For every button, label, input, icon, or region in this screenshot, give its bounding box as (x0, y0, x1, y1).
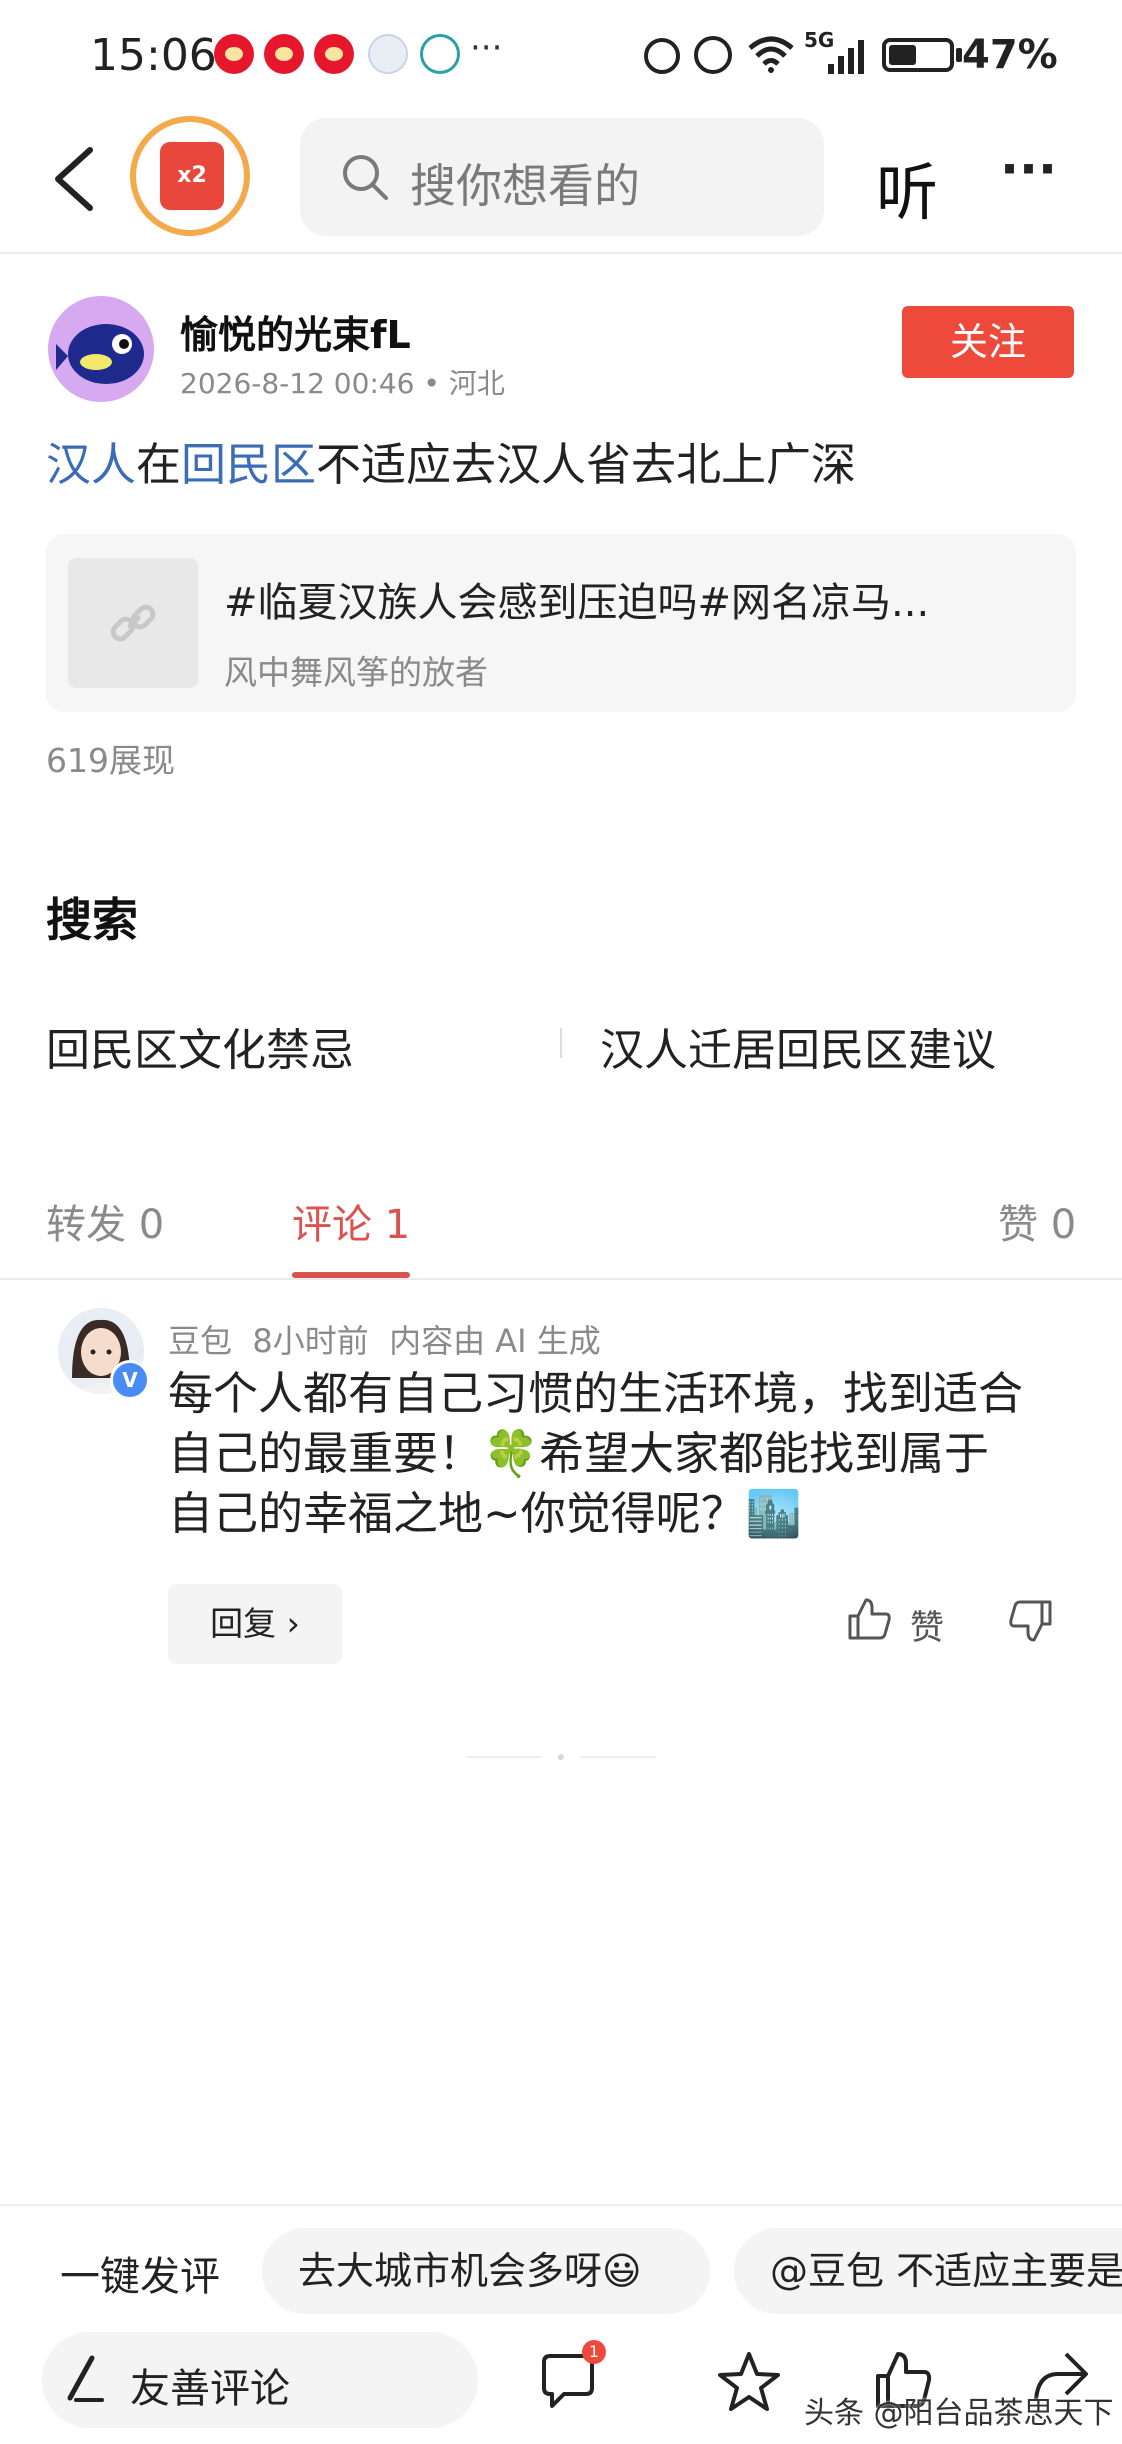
wifi-icon (748, 36, 794, 73)
comment-input-placeholder: 友善评论 (130, 2366, 290, 2412)
reply-button[interactable]: 回复 › (168, 1584, 342, 1664)
comment-line: 自己的幸福之地~你觉得呢？🏙️ (168, 1487, 802, 1540)
author-name[interactable]: 愉悦的光束fL (180, 304, 411, 359)
post-text-part: 在 (136, 438, 182, 491)
post-meta: 2026-8-12 00:46 • 河北 (180, 367, 505, 400)
watermark: 头条 @阳台品茶思天下 (804, 2396, 1114, 2431)
search-icon (343, 155, 388, 200)
search-placeholder: 搜你想看的 (410, 159, 640, 213)
card-subtitle: 风中舞风筝的放者 (224, 653, 488, 692)
search-section-title: 搜索 (46, 893, 138, 947)
thumbs-up-icon[interactable] (846, 1596, 892, 1642)
thumbs-down-icon[interactable] (1008, 1598, 1054, 1644)
commenter-name[interactable]: 豆包 (168, 1322, 232, 1360)
tab-repost[interactable]: 转发 0 (46, 1192, 164, 1250)
comment-meta: 豆包 8小时前 内容由 AI 生成 (168, 1316, 601, 1362)
header-divider (0, 252, 1122, 254)
comment-line: 自己的最重要！🍀希望大家都能找到属于 (168, 1427, 990, 1480)
topic-link-huiminqu[interactable]: 回民区 (181, 438, 316, 491)
link-thumbnail (68, 558, 198, 688)
tabs-divider (0, 1278, 1122, 1280)
post-text-part: 不适应去汉人省去北上广深 (316, 438, 857, 491)
topic-link-hanren[interactable]: 汉人 (46, 438, 136, 491)
pen-icon (67, 2355, 104, 2402)
weibo-icon (264, 34, 304, 74)
quick-comment-chip-1[interactable]: 去大城市机会多呀😃 (262, 2228, 710, 2314)
tab-like[interactable]: 赞 0 (998, 1192, 1076, 1250)
post-text: 汉人在回民区不适应去汉人省去北上广深 (46, 428, 856, 493)
comment-body: 每个人都有自己习惯的生活环境，找到适合 自己的最重要！🍀希望大家都能找到属于 自… (168, 1364, 1068, 1544)
battery-level (889, 45, 916, 65)
ai-generated-note: 内容由 AI 生成 (389, 1322, 601, 1360)
back-icon[interactable] (50, 146, 96, 212)
red-packet-button[interactable]: x2 (130, 116, 250, 236)
nfc-icon (644, 38, 680, 74)
search-suggestion-2[interactable]: 汉人迁居回民区建议 (600, 1014, 996, 1078)
weibo-icon (314, 34, 354, 74)
alarm-icon (694, 36, 732, 74)
one-key-comment-label: 一键发评 (60, 2254, 220, 2300)
comment-line: 每个人都有自己习惯的生活环境，找到适合 (168, 1367, 1024, 1420)
signal-icon (828, 40, 864, 74)
suggestion-separator (560, 1028, 562, 1058)
comment-like-label[interactable]: 赞 (910, 1600, 944, 1649)
battery-percent: 47% (962, 32, 1058, 78)
red-packet-icon: x2 (160, 142, 224, 210)
verified-badge-icon: V (110, 1360, 150, 1400)
follow-button[interactable]: 关注 (902, 306, 1074, 378)
view-count: 619展现 (46, 741, 175, 780)
link-icon (110, 604, 156, 642)
weibo-icon (214, 34, 254, 74)
battery-icon (882, 38, 954, 72)
status-time: 15:06 (90, 30, 217, 81)
comment-time: 8小时前 (252, 1322, 369, 1360)
more-notifications-icon: ··· (470, 28, 503, 68)
tab-comment[interactable]: 评论 1 (292, 1192, 410, 1250)
search-suggestion-1[interactable]: 回民区文化禁忌 (46, 1014, 354, 1078)
app-icon (368, 34, 408, 74)
end-divider-left (466, 1756, 542, 1758)
status-bar: 15:06 ··· 5G 47% (0, 0, 1122, 112)
comment-count-badge: 1 (582, 2340, 606, 2364)
author-avatar[interactable] (48, 296, 154, 402)
end-divider-right (580, 1756, 656, 1758)
end-divider-dot (558, 1754, 564, 1760)
more-options-button[interactable]: ··· (1000, 140, 1057, 198)
card-title: #临夏汉族人会感到压迫吗#网名凉马... (224, 580, 930, 626)
linked-article-card[interactable]: #临夏汉族人会感到压迫吗#网名凉马... 风中舞风筝的放者 (46, 534, 1076, 712)
listen-button[interactable]: 听 (876, 142, 938, 232)
mobile-icon (420, 34, 460, 74)
favorite-star-icon[interactable] (716, 2350, 782, 2414)
quick-comment-chip-2[interactable]: @豆包 不适应主要是 (734, 2228, 1122, 2314)
